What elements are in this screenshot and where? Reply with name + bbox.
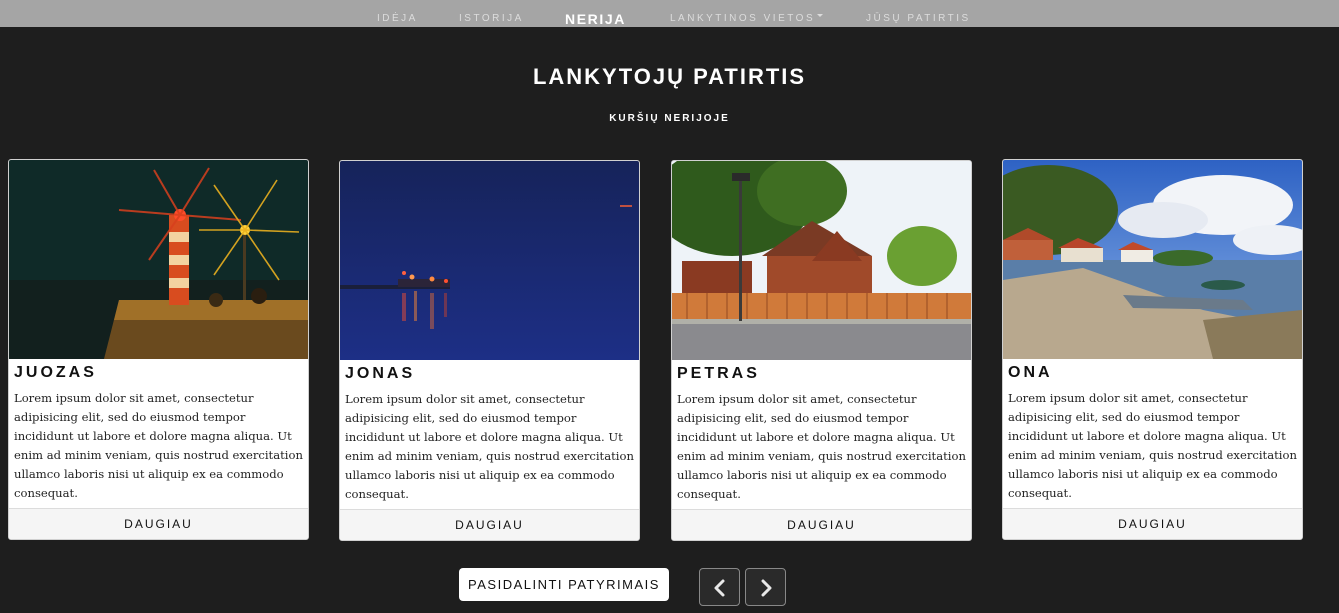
more-button[interactable]: DAUGIAU	[672, 510, 971, 540]
card-text: Lorem ipsum dolor sit amet, consectetur …	[1008, 391, 1297, 500]
card-footer: DAUGIAU	[340, 509, 639, 540]
nav-item-nerija[interactable]: NERIJA	[565, 0, 626, 27]
card-text: Lorem ipsum dolor sit amet, consectetur …	[345, 392, 634, 501]
nav-item-ideja[interactable]: IDĖJA	[377, 0, 418, 27]
experience-card-petras: PETRAS Lorem ipsum dolor sit amet, conse…	[671, 160, 972, 541]
carousel-prev-button[interactable]	[699, 568, 740, 606]
top-navbar: IDĖJA ISTORIJA NERIJA LANKYTINOS VIETOS …	[0, 0, 1339, 27]
card-text: Lorem ipsum dolor sit amet, consectetur …	[677, 392, 966, 501]
page-subtitle: KURŠIŲ NERIJOJE	[609, 113, 730, 124]
card-footer: DAUGIAU	[1003, 508, 1302, 539]
experience-card-juozas: JUOZAS Lorem ipsum dolor sit amet, conse…	[8, 159, 309, 540]
nav-item-jusu-patirtis[interactable]: JŪSŲ PATIRTIS	[866, 0, 971, 27]
caret-down-icon	[817, 13, 824, 17]
village-street-photo	[672, 161, 971, 360]
chevron-right-icon	[761, 579, 771, 597]
card-name: JUOZAS	[14, 364, 97, 381]
nav-item-lankytinos-vietos[interactable]: LANKYTINOS VIETOS	[670, 0, 824, 27]
harbor-night-photo	[340, 161, 639, 360]
lighthouse-night-photo	[9, 160, 308, 359]
carousel-next-button[interactable]	[745, 568, 786, 606]
experience-card-jonas: JONAS Lorem ipsum dolor sit amet, consec…	[339, 160, 640, 541]
card-footer: DAUGIAU	[672, 509, 971, 540]
chevron-left-icon	[714, 579, 724, 597]
card-footer: DAUGIAU	[9, 508, 308, 539]
nav-item-lankytinos-vietos-label: LANKYTINOS VIETOS	[670, 13, 816, 24]
page-title: LANKYTOJŲ PATIRTIS	[532, 64, 807, 89]
more-button[interactable]: DAUGIAU	[9, 509, 308, 539]
card-text: Lorem ipsum dolor sit amet, consectetur …	[14, 391, 303, 500]
card-name: JONAS	[345, 365, 416, 382]
share-experience-button[interactable]: PASIDALINTI PATYRIMAIS	[459, 568, 669, 601]
more-button[interactable]: DAUGIAU	[340, 510, 639, 540]
card-name: ONA	[1008, 364, 1053, 381]
card-name: PETRAS	[677, 365, 760, 382]
lagoon-shore-photo	[1003, 160, 1302, 359]
nav-item-istorija[interactable]: ISTORIJA	[459, 0, 524, 27]
more-button[interactable]: DAUGIAU	[1003, 509, 1302, 539]
experience-card-ona: ONA Lorem ipsum dolor sit amet, consecte…	[1002, 159, 1303, 540]
